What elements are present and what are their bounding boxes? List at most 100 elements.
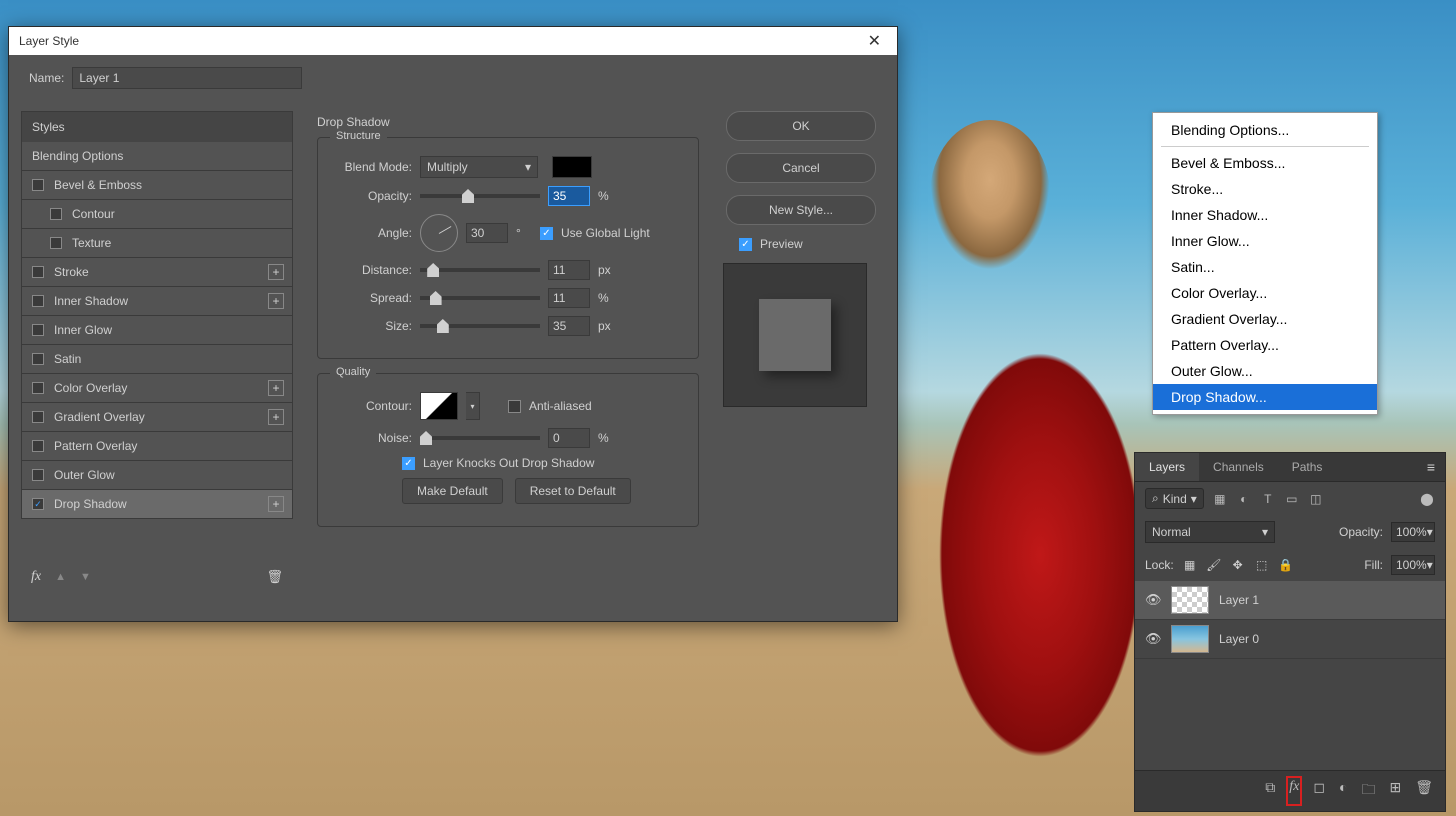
ctx-drop-shadow[interactable]: Drop Shadow... — [1153, 384, 1377, 410]
reset-default-button[interactable]: Reset to Default — [515, 478, 631, 504]
filter-pixel-icon[interactable]: ▦ — [1212, 492, 1228, 506]
checkbox-icon[interactable] — [32, 469, 44, 481]
trash-icon[interactable]: 🗑 — [266, 569, 283, 585]
cancel-button[interactable]: Cancel — [726, 153, 876, 183]
make-default-button[interactable]: Make Default — [402, 478, 503, 504]
filter-smart-icon[interactable]: ◫ — [1308, 492, 1324, 506]
spread-slider[interactable] — [420, 296, 540, 300]
group-icon[interactable]: 🗀 — [1361, 779, 1375, 803]
contour-swatch[interactable] — [420, 392, 458, 420]
fx-icon[interactable]: fx — [31, 569, 41, 585]
style-satin[interactable]: Satin — [21, 345, 293, 374]
layer-row[interactable]: 👁 Layer 0 — [1135, 620, 1445, 659]
visibility-icon[interactable]: 👁 — [1145, 631, 1161, 647]
spread-input[interactable]: 11 — [548, 288, 590, 308]
checkbox-icon[interactable] — [32, 353, 44, 365]
layer-fill-input[interactable]: 100%▾ — [1391, 555, 1435, 575]
size-slider[interactable] — [420, 324, 540, 328]
plus-icon[interactable]: + — [268, 409, 284, 425]
style-color-overlay[interactable]: Color Overlay+ — [21, 374, 293, 403]
link-layers-icon[interactable]: ⧉ — [1265, 779, 1275, 803]
knocks-out-checkbox[interactable] — [402, 457, 415, 470]
ctx-bevel-emboss[interactable]: Bevel & Emboss... — [1153, 150, 1377, 176]
arrow-down-icon[interactable]: ▼ — [80, 571, 91, 583]
visibility-icon[interactable]: 👁 — [1145, 592, 1161, 608]
layer-thumbnail[interactable] — [1171, 625, 1209, 653]
layer-name[interactable]: Layer 0 — [1219, 632, 1259, 646]
panel-menu-icon[interactable]: ≡ — [1417, 459, 1445, 475]
lock-transparency-icon[interactable]: ▦ — [1182, 558, 1198, 572]
angle-input[interactable]: 30 — [466, 223, 508, 243]
style-outer-glow[interactable]: Outer Glow — [21, 461, 293, 490]
filter-shape-icon[interactable]: ▭ — [1284, 492, 1300, 506]
distance-input[interactable]: 11 — [548, 260, 590, 280]
style-inner-shadow[interactable]: Inner Shadow+ — [21, 287, 293, 316]
checkbox-icon[interactable] — [32, 295, 44, 307]
lock-artboard-icon[interactable]: ⬚ — [1254, 558, 1270, 572]
ctx-gradient-overlay[interactable]: Gradient Overlay... — [1153, 306, 1377, 332]
ok-button[interactable]: OK — [726, 111, 876, 141]
checkbox-icon[interactable] — [50, 237, 62, 249]
ctx-pattern-overlay[interactable]: Pattern Overlay... — [1153, 332, 1377, 358]
styles-header[interactable]: Styles — [21, 111, 293, 142]
new-style-button[interactable]: New Style... — [726, 195, 876, 225]
size-input[interactable]: 35 — [548, 316, 590, 336]
checkbox-icon[interactable] — [50, 208, 62, 220]
ctx-satin[interactable]: Satin... — [1153, 254, 1377, 280]
anti-aliased-checkbox[interactable] — [508, 400, 521, 413]
layer-name[interactable]: Layer 1 — [1219, 593, 1259, 607]
distance-slider[interactable] — [420, 268, 540, 272]
arrow-up-icon[interactable]: ▲ — [55, 571, 66, 583]
ctx-blending-options[interactable]: Blending Options... — [1153, 117, 1377, 143]
style-gradient-overlay[interactable]: Gradient Overlay+ — [21, 403, 293, 432]
tab-paths[interactable]: Paths — [1278, 453, 1337, 481]
layer-opacity-input[interactable]: 100%▾ — [1391, 522, 1435, 542]
style-bevel-emboss[interactable]: Bevel & Emboss — [21, 171, 293, 200]
tab-channels[interactable]: Channels — [1199, 453, 1278, 481]
delete-layer-icon[interactable]: 🗑 — [1415, 779, 1433, 803]
adjustment-layer-icon[interactable]: ◐ — [1339, 779, 1347, 803]
ctx-color-overlay[interactable]: Color Overlay... — [1153, 280, 1377, 306]
dialog-titlebar[interactable]: Layer Style ✕ — [9, 27, 897, 55]
checkbox-icon[interactable] — [32, 266, 44, 278]
shadow-color-swatch[interactable] — [552, 156, 592, 178]
layer-blend-mode-select[interactable]: Normal▾ — [1145, 521, 1275, 543]
contour-dropdown[interactable]: ▾ — [466, 392, 480, 420]
opacity-input[interactable]: 35 — [548, 186, 590, 206]
preview-checkbox[interactable] — [739, 238, 752, 251]
checkbox-icon[interactable] — [32, 179, 44, 191]
noise-slider[interactable] — [420, 436, 540, 440]
new-layer-icon[interactable]: ⊞ — [1389, 779, 1401, 803]
lock-all-icon[interactable]: 🔒 — [1278, 558, 1294, 572]
opacity-slider[interactable] — [420, 194, 540, 198]
style-pattern-overlay[interactable]: Pattern Overlay — [21, 432, 293, 461]
ctx-inner-glow[interactable]: Inner Glow... — [1153, 228, 1377, 254]
style-stroke[interactable]: Stroke+ — [21, 258, 293, 287]
style-blending-options[interactable]: Blending Options — [21, 142, 293, 171]
ctx-outer-glow[interactable]: Outer Glow... — [1153, 358, 1377, 384]
lock-image-icon[interactable]: 🖌 — [1206, 558, 1222, 572]
angle-dial[interactable] — [420, 214, 458, 252]
blend-mode-select[interactable]: Multiply▾ — [420, 156, 538, 178]
tab-layers[interactable]: Layers — [1135, 453, 1199, 481]
plus-icon[interactable]: + — [268, 496, 284, 512]
ctx-inner-shadow[interactable]: Inner Shadow... — [1153, 202, 1377, 228]
layer-thumbnail[interactable] — [1171, 586, 1209, 614]
layer-mask-icon[interactable]: ◻ — [1313, 779, 1325, 803]
fx-icon[interactable]: fx — [1289, 779, 1299, 803]
style-drop-shadow[interactable]: Drop Shadow+ — [21, 490, 293, 519]
layer-name-input[interactable] — [72, 67, 302, 89]
filter-type-icon[interactable]: T — [1260, 492, 1276, 506]
layer-row[interactable]: 👁 Layer 1 — [1135, 581, 1445, 620]
style-inner-glow[interactable]: Inner Glow — [21, 316, 293, 345]
checkbox-icon[interactable] — [32, 498, 44, 510]
filter-toggle-icon[interactable]: ⬤ — [1419, 492, 1435, 506]
filter-adjustment-icon[interactable]: ◐ — [1236, 492, 1252, 506]
close-icon[interactable]: ✕ — [862, 31, 887, 51]
checkbox-icon[interactable] — [32, 440, 44, 452]
checkbox-icon[interactable] — [32, 382, 44, 394]
noise-input[interactable]: 0 — [548, 428, 590, 448]
global-light-checkbox[interactable] — [540, 227, 553, 240]
lock-position-icon[interactable]: ✥ — [1230, 558, 1246, 572]
checkbox-icon[interactable] — [32, 324, 44, 336]
